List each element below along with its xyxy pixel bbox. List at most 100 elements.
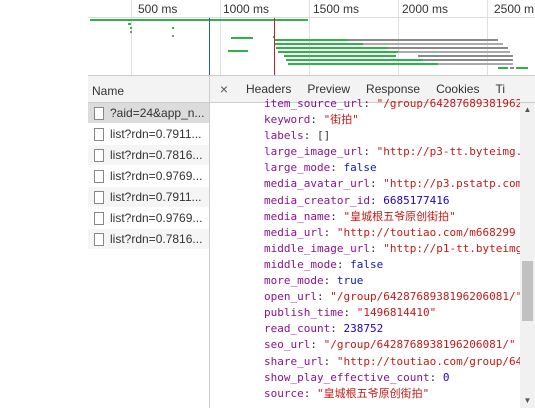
waterfall-bar [498,67,508,69]
tick-line [220,0,221,76]
request-name: list?rdn=0.9769... [110,211,203,225]
json-key: read_count [264,322,331,336]
file-icon [94,148,104,162]
waterfall-bar [418,55,513,57]
waterfall-bar [284,55,396,57]
request-detail-panel: × Headers Preview Response Cookies Ti it… [210,76,535,408]
vertical-scrollbar[interactable]: ▲ ▼ [520,103,535,408]
json-key: large_mode [264,161,331,175]
json-key: item_source_url [264,97,364,110]
json-line: publish_time: "1496814410" [264,306,437,320]
json-value: "/group/64287689381962 [376,97,520,110]
file-icon [94,169,104,183]
json-value: "皇城根五爷原创街拍" [317,386,430,400]
json-line: media_name: "皇城根五爷原创街拍" [264,209,456,223]
tick-label: 1000 ms [223,2,270,16]
json-line: large_mode: false [264,161,377,175]
scroll-thumb[interactable] [522,261,533,321]
json-key: share_url [264,354,324,368]
json-value: "/group/6428768938196206081/" [323,338,516,352]
file-icon [94,232,104,246]
json-line: media_creator_id: 6685177416 [264,193,450,207]
waterfall-bar [276,47,389,49]
json-key: media_creator_id [264,193,370,207]
request-list: Name ?aid=24&app_n... list?rdn=0.7911...… [88,76,210,408]
json-preview[interactable]: item_source_url: "/group/64287689381962 k… [210,96,520,401]
json-key: keyword [264,113,311,127]
request-name: list?rdn=0.7816... [110,148,203,162]
waterfall-bar [130,31,132,33]
timeline-overview[interactable]: 500 ms 1000 ms 1500 ms 2000 ms 2500 m [88,0,535,76]
json-line: open_url: "/group/6428768938196206081/" [264,289,520,305]
json-value: false [343,161,377,175]
json-line: more_mode: true [264,274,364,288]
tick-label: 2500 m [494,2,535,16]
json-key: more_mode [264,274,324,288]
waterfall-bar [90,19,308,21]
tick-label: 1500 ms [313,2,360,16]
waterfall-bar [438,63,513,65]
waterfall-bar [228,50,248,52]
waterfall-bar [130,27,132,29]
json-line: show_play_effective_count: 0 [264,370,450,384]
json-line: labels: [] [264,129,331,143]
waterfall-bar [172,27,174,29]
json-key: source [264,386,304,400]
json-value: "1496814410" [356,306,437,320]
json-line: middle_image_url: "http://p1-tt.byteimg [264,241,520,257]
waterfall-bar [274,39,351,41]
json-line: large_image_url: "http://p3-tt.byteimg. [264,144,520,160]
json-line: read_count: 238752 [264,322,384,336]
json-line: keyword: "街拍" [264,113,359,127]
tick-line [131,0,132,76]
request-name: list?rdn=0.9769... [110,169,203,183]
json-line: source: "皇城根五爷原创街拍" [264,386,430,400]
waterfall-bar [348,39,498,41]
json-key: show_play_effective_count [264,370,430,384]
request-row[interactable]: list?rdn=0.7911... [88,187,209,208]
request-name: list?rdn=0.7911... [110,190,202,204]
json-value: "http://toutiao.com/group/64 [336,354,520,368]
waterfall-bar [388,47,508,49]
json-value: "http://p3.pstatp.com [383,177,520,191]
waterfall-bar [510,67,514,69]
file-icon [94,190,104,204]
json-value: 6685177416 [383,193,450,207]
json-line: seo_url: "/group/6428768938196206081/" [264,338,516,352]
request-row[interactable]: list?rdn=0.9769... [88,208,209,229]
request-name: list?rdn=0.7911... [110,127,202,141]
request-row[interactable]: list?rdn=0.7816... [88,145,209,166]
json-value: "/group/6428768938196206081/" [330,290,520,304]
json-key: media_avatar_url [264,177,370,191]
file-icon [94,211,104,225]
scroll-up-icon[interactable]: ▲ [520,103,535,117]
json-key: middle_mode [264,257,337,271]
json-key: open_url [264,290,317,304]
json-value: [] [317,129,331,143]
json-value: "街拍" [323,113,359,127]
request-row[interactable]: ?aid=24&app_n... [88,103,209,124]
json-value: 238752 [343,322,384,336]
json-key: media_name [264,209,331,223]
json-value: "皇城根五爷原创街拍" [343,209,456,223]
close-icon[interactable]: × [210,81,238,97]
scroll-down-icon[interactable]: ▼ [520,394,535,408]
waterfall-bar [288,63,438,65]
dom-content-loaded-marker [209,18,210,76]
waterfall-bar [274,43,366,45]
request-row[interactable]: list?rdn=0.9769... [88,166,209,187]
json-line: middle_mode: false [264,257,384,271]
waterfall-bar [231,37,253,39]
request-row[interactable]: list?rdn=0.7911... [88,124,209,145]
tick-label: 500 ms [138,2,178,16]
waterfall-bar [128,23,131,25]
json-key: seo_url [264,338,311,352]
json-key: large_image_url [264,145,364,159]
json-key: publish_time [264,306,344,320]
waterfall-bar [423,59,513,61]
waterfall-bar [172,35,174,37]
json-value: "http://toutiao.com/m668299 [336,225,516,239]
name-column-header[interactable]: Name [88,76,209,103]
json-value: true [336,274,364,288]
request-row[interactable]: list?rdn=0.7816... [88,229,209,250]
